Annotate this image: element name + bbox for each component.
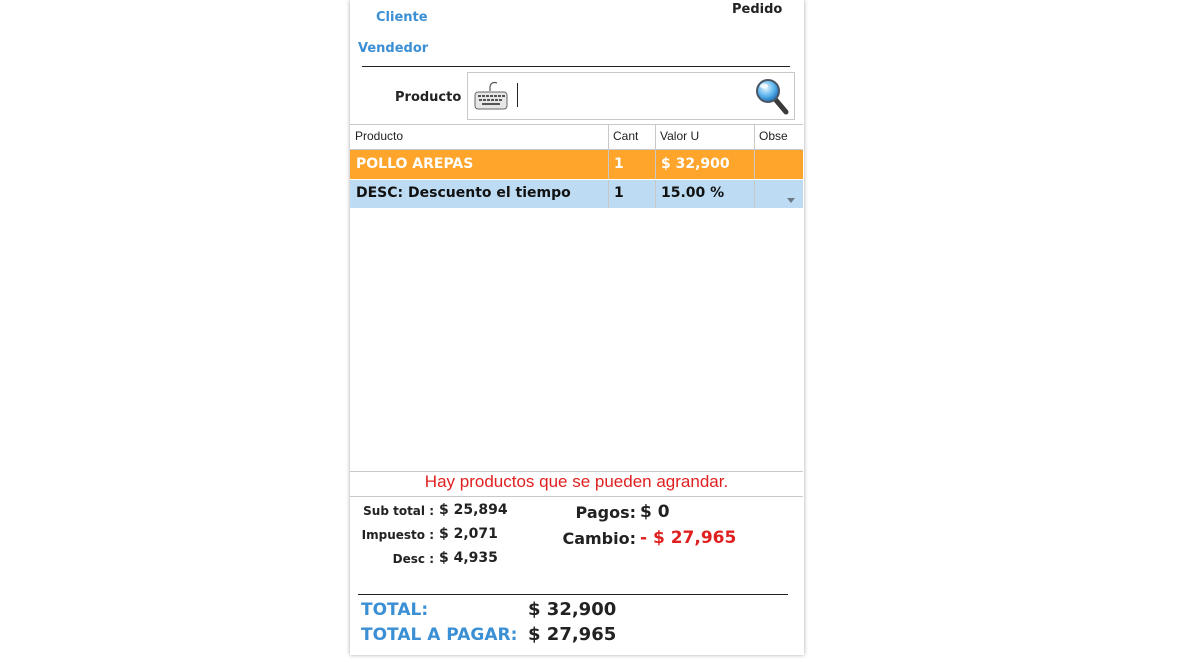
col-obse[interactable]: Obse [754, 125, 803, 149]
cell-producto: DESC: Descuento el tiempo [356, 185, 571, 201]
col-valor-u[interactable]: Valor U [655, 125, 754, 149]
subtotal-label: Sub total : [363, 504, 434, 518]
desc-value: $ 4,935 [439, 550, 498, 566]
impuesto-value: $ 2,071 [439, 526, 498, 542]
cambio-label: Cambio: [562, 529, 636, 548]
table-row[interactable]: POLLO AREPAS 1 $ 32,900 [350, 150, 803, 179]
cell-cant: 1 [614, 156, 624, 172]
col-divider [655, 125, 656, 208]
cell-cant: 1 [614, 185, 624, 201]
subtotal-value: $ 25,894 [439, 502, 508, 518]
col-divider [608, 125, 609, 208]
totals-divider [358, 594, 788, 595]
pagos-label: Pagos: [575, 503, 636, 522]
header-divider [362, 66, 790, 67]
total-pagar-label: TOTAL A PAGAR: [361, 625, 518, 645]
table-row[interactable]: DESC: Descuento el tiempo 1 15.00 % [350, 179, 803, 208]
total-label: TOTAL: [361, 600, 429, 620]
magnifier-icon[interactable] [754, 77, 790, 115]
cambio-value: - $ 27,965 [640, 528, 737, 548]
producto-label: Producto [395, 90, 462, 105]
vendedor-link[interactable]: Vendedor [358, 41, 428, 56]
cell-obse[interactable] [754, 150, 803, 179]
pagos-value: $ 0 [640, 502, 670, 522]
desc-label: Desc : [392, 552, 434, 566]
grid-header: Producto Cant Valor U Obse [350, 125, 803, 150]
total-value: $ 32,900 [528, 599, 617, 620]
col-producto[interactable]: Producto [350, 125, 608, 149]
pedido-label: Pedido [732, 2, 783, 17]
col-divider [754, 125, 755, 208]
impuesto-label: Impuesto : [361, 528, 434, 542]
col-cant[interactable]: Cant [608, 125, 655, 149]
upsize-warning: Hay productos que se pueden agrandar. [424, 472, 729, 491]
cell-valor: 15.00 % [661, 185, 725, 201]
product-search-input[interactable] [517, 83, 518, 107]
dropdown-arrow-icon[interactable] [787, 191, 795, 207]
cell-obse[interactable] [754, 179, 803, 208]
order-panel: Cliente Pedido Vendedor Producto Product… [350, 0, 804, 655]
cell-valor: $ 32,900 [661, 156, 730, 172]
total-pagar-value: $ 27,965 [528, 624, 617, 645]
keyboard-icon[interactable] [473, 81, 509, 111]
cell-producto: POLLO AREPAS [356, 156, 474, 172]
totals-box: Sub total : $ 25,894 Impuesto : $ 2,071 … [350, 496, 803, 655]
order-lines-grid: Producto Cant Valor U Obse POLLO AREPAS … [350, 124, 803, 472]
product-search-box[interactable] [467, 72, 795, 120]
cliente-link[interactable]: Cliente [376, 10, 428, 25]
row-divider [350, 179, 803, 180]
